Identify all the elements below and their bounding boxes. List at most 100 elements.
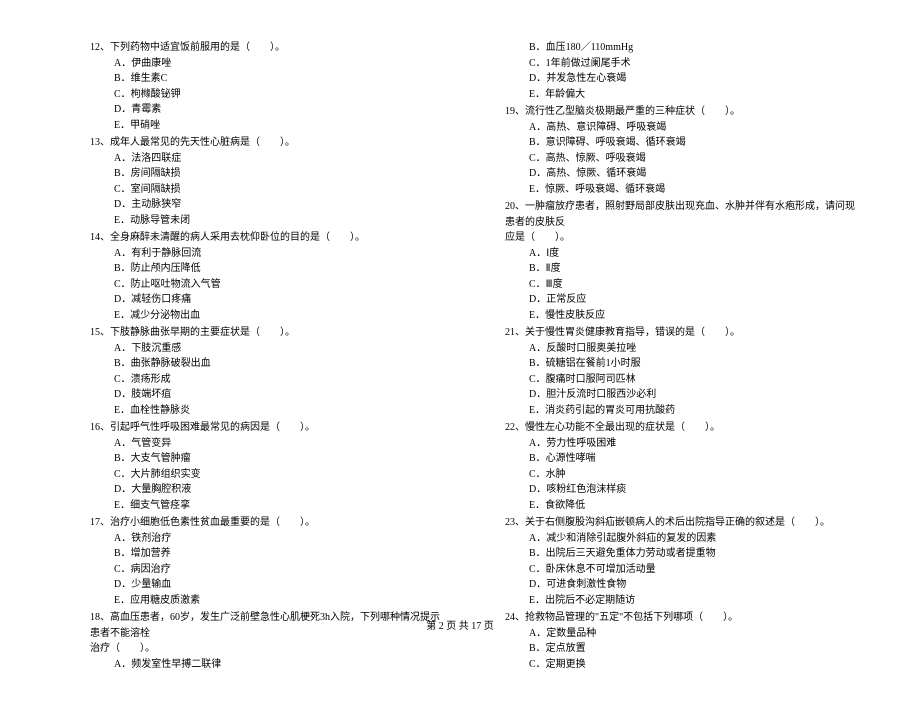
option-e: E．减少分泌物出血 xyxy=(114,308,445,324)
question-stem-continuation: 治疗（ ）。 xyxy=(90,641,445,657)
exam-page: 12、下列药物中适宜饭前服用的是（ ）。 A．伊曲康唑 B．维生素C C．枸橼酸… xyxy=(0,0,920,704)
option-c: C．腹痛时口服阿司匹林 xyxy=(529,372,860,388)
question-stem: 13、成年人最常见的先天性心脏病是（ ）。 xyxy=(90,135,445,151)
options-list: A．铁剂治疗 B．增加营养 C．病因治疗 D．少量输血 E．应用糖皮质激素 xyxy=(90,531,445,609)
options-list: A．有利于静脉回流 B．防止颅内压降低 C．防止呕吐物流入气管 D．减轻伤口疼痛… xyxy=(90,246,445,324)
option-b: B．大支气管肿瘤 xyxy=(114,451,445,467)
question-21: 21、关于慢性胃炎健康教育指导，错误的是（ ）。 A．反酸时口服奥美拉唑 B．硫… xyxy=(505,325,860,418)
options-list: A．伊曲康唑 B．维生素C C．枸橼酸铋钾 D．青霉素 E．甲硝唑 xyxy=(90,56,445,134)
option-a: A．减少和消除引起腹外斜疝的复发的因素 xyxy=(529,531,860,547)
option-b: B．维生素C xyxy=(114,71,445,87)
question-23: 23、关于右侧腹股沟斜疝嵌顿病人的术后出院指导正确的叙述是（ ）。 A．减少和消… xyxy=(505,515,860,608)
option-b: B．增加营养 xyxy=(114,546,445,562)
options-list: A．定数量品种 B．定点放置 C．定期更换 xyxy=(505,626,860,673)
option-b: B．定点放置 xyxy=(529,641,860,657)
question-13: 13、成年人最常见的先天性心脏病是（ ）。 A．法洛四联症 B．房间隔缺损 C．… xyxy=(90,135,445,228)
option-e: E．出院后不必定期随访 xyxy=(529,593,860,609)
question-15: 15、下肢静脉曲张早期的主要症状是（ ）。 A．下肢沉重感 B．曲张静脉破裂出血… xyxy=(90,325,445,418)
option-c: C．病因治疗 xyxy=(114,562,445,578)
option-b: B．血压180／110mmHg xyxy=(529,40,860,56)
option-e: E．消炎药引起的胃炎可用抗酸药 xyxy=(529,403,860,419)
question-stem: 14、全身麻醉未清醒的病人采用去枕仰卧位的目的是（ ）。 xyxy=(90,230,445,246)
option-a: A．法洛四联症 xyxy=(114,151,445,167)
option-a: A．有利于静脉回流 xyxy=(114,246,445,262)
question-stem: 12、下列药物中适宜饭前服用的是（ ）。 xyxy=(90,40,445,56)
option-c: C．1年前做过阑尾手术 xyxy=(529,56,860,72)
option-d: D．肢端坏疽 xyxy=(114,387,445,403)
option-d: D．高热、惊厥、循环衰竭 xyxy=(529,166,860,182)
option-a: A．反酸时口服奥美拉唑 xyxy=(529,341,860,357)
question-stem: 17、治疗小细胞低色素性贫血最重要的是（ ）。 xyxy=(90,515,445,531)
page-footer: 第 2 页 共 17 页 xyxy=(0,617,920,632)
question-stem: 21、关于慢性胃炎健康教育指导，错误的是（ ）。 xyxy=(505,325,860,341)
option-a: A．劳力性呼吸困难 xyxy=(529,436,860,452)
option-c: C．卧床休息不可增加活动量 xyxy=(529,562,860,578)
question-14: 14、全身麻醉未清醒的病人采用去枕仰卧位的目的是（ ）。 A．有利于静脉回流 B… xyxy=(90,230,445,323)
option-e: E．惊厥、呼吸衰竭、循环衰竭 xyxy=(529,182,860,198)
option-a: A．频发室性早搏二联律 xyxy=(114,657,445,673)
options-list: A．频发室性早搏二联律 xyxy=(90,657,445,673)
question-stem: 20、一肿瘤放疗患者，照射野局部皮肤出现充血、水肿并伴有水疱形成，请问现患者的皮… xyxy=(505,199,860,230)
option-d: D．青霉素 xyxy=(114,102,445,118)
option-b: B．曲张静脉破裂出血 xyxy=(114,356,445,372)
option-e: E．动脉导管未闭 xyxy=(114,213,445,229)
options-list: A．高热、意识障碍、呼吸衰竭 B．意识障碍、呼吸衰竭、循环衰竭 C．高热、惊厥、… xyxy=(505,120,860,198)
option-b: B．硫糖铝在餐前1小时服 xyxy=(529,356,860,372)
option-b: B．房间隔缺损 xyxy=(114,166,445,182)
option-e: E．细支气管痉挛 xyxy=(114,498,445,514)
option-d: D．胆汁反流时口服西沙必利 xyxy=(529,387,860,403)
option-c: C．室间隔缺损 xyxy=(114,182,445,198)
right-column: B．血压180／110mmHg C．1年前做过阑尾手术 D．并发急性左心衰竭 E… xyxy=(505,40,860,674)
option-d: D．并发急性左心衰竭 xyxy=(529,71,860,87)
option-c: C．定期更换 xyxy=(529,657,860,673)
question-stem: 22、慢性左心功能不全最出现的症状是（ ）。 xyxy=(505,420,860,436)
option-a: A．气管变异 xyxy=(114,436,445,452)
option-d: D．主动脉狭窄 xyxy=(114,197,445,213)
options-list: A．反酸时口服奥美拉唑 B．硫糖铝在餐前1小时服 C．腹痛时口服阿司匹林 D．胆… xyxy=(505,341,860,419)
option-d: D．咳粉红色泡沫样痰 xyxy=(529,482,860,498)
options-list: A．减少和消除引起腹外斜疝的复发的因素 B．出院后三天避免重体力劳动或者提重物 … xyxy=(505,531,860,609)
option-a: A．伊曲康唑 xyxy=(114,56,445,72)
option-d: D．少量输血 xyxy=(114,577,445,593)
options-list: B．血压180／110mmHg C．1年前做过阑尾手术 D．并发急性左心衰竭 E… xyxy=(505,40,860,102)
options-list: A．气管变异 B．大支气管肿瘤 C．大片肺组织实变 D．大量胸腔积液 E．细支气… xyxy=(90,436,445,514)
option-c: C．枸橼酸铋钾 xyxy=(114,87,445,103)
option-d: D．可进食刺激性食物 xyxy=(529,577,860,593)
question-stem: 16、引起呼气性呼吸困难最常见的病因是（ ）。 xyxy=(90,420,445,436)
option-b: B．意识障碍、呼吸衰竭、循环衰竭 xyxy=(529,135,860,151)
question-stem: 19、流行性乙型脑炎极期最严重的三种症状（ ）。 xyxy=(505,104,860,120)
question-17: 17、治疗小细胞低色素性贫血最重要的是（ ）。 A．铁剂治疗 B．增加营养 C．… xyxy=(90,515,445,608)
option-b: B．Ⅱ度 xyxy=(529,261,860,277)
option-e: E．甲硝唑 xyxy=(114,118,445,134)
option-c: C．大片肺组织实变 xyxy=(114,467,445,483)
option-e: E．应用糖皮质激素 xyxy=(114,593,445,609)
options-list: A．法洛四联症 B．房间隔缺损 C．室间隔缺损 D．主动脉狭窄 E．动脉导管未闭 xyxy=(90,151,445,229)
option-c: C．溃疡形成 xyxy=(114,372,445,388)
question-stem: 23、关于右侧腹股沟斜疝嵌顿病人的术后出院指导正确的叙述是（ ）。 xyxy=(505,515,860,531)
option-a: A．Ⅰ度 xyxy=(529,246,860,262)
option-d: D．正常反应 xyxy=(529,292,860,308)
option-b: B．心源性哮喘 xyxy=(529,451,860,467)
option-d: D．减轻伤口疼痛 xyxy=(114,292,445,308)
question-stem: 15、下肢静脉曲张早期的主要症状是（ ）。 xyxy=(90,325,445,341)
left-column: 12、下列药物中适宜饭前服用的是（ ）。 A．伊曲康唑 B．维生素C C．枸橼酸… xyxy=(90,40,445,674)
option-c: C．高热、惊厥、呼吸衰竭 xyxy=(529,151,860,167)
options-list: A．劳力性呼吸困难 B．心源性哮喘 C．水肿 D．咳粉红色泡沫样痰 E．食欲降低 xyxy=(505,436,860,514)
option-c: C．Ⅲ度 xyxy=(529,277,860,293)
option-c: C．防止呕吐物流入气管 xyxy=(114,277,445,293)
question-16: 16、引起呼气性呼吸困难最常见的病因是（ ）。 A．气管变异 B．大支气管肿瘤 … xyxy=(90,420,445,513)
option-a: A．铁剂治疗 xyxy=(114,531,445,547)
option-a: A．下肢沉重感 xyxy=(114,341,445,357)
question-18-continued: B．血压180／110mmHg C．1年前做过阑尾手术 D．并发急性左心衰竭 E… xyxy=(505,40,860,102)
question-20: 20、一肿瘤放疗患者，照射野局部皮肤出现充血、水肿并伴有水疱形成，请问现患者的皮… xyxy=(505,199,860,323)
option-e: E．年龄偏大 xyxy=(529,87,860,103)
option-e: E．慢性皮肤反应 xyxy=(529,308,860,324)
option-a: A．高热、意识障碍、呼吸衰竭 xyxy=(529,120,860,136)
option-c: C．水肿 xyxy=(529,467,860,483)
option-d: D．大量胸腔积液 xyxy=(114,482,445,498)
options-list: A．Ⅰ度 B．Ⅱ度 C．Ⅲ度 D．正常反应 E．慢性皮肤反应 xyxy=(505,246,860,324)
question-stem-continuation: 应是（ ）。 xyxy=(505,230,860,246)
question-12: 12、下列药物中适宜饭前服用的是（ ）。 A．伊曲康唑 B．维生素C C．枸橼酸… xyxy=(90,40,445,133)
option-b: B．出院后三天避免重体力劳动或者提重物 xyxy=(529,546,860,562)
option-b: B．防止颅内压降低 xyxy=(114,261,445,277)
